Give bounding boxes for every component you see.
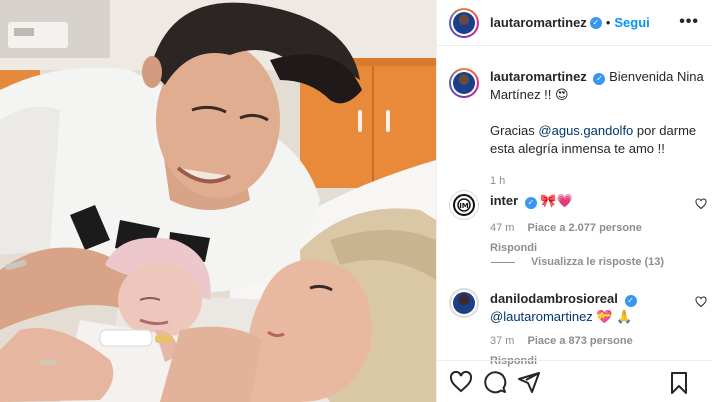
comment-text: 💝 🙏 xyxy=(592,309,633,324)
follow-button[interactable]: Segui xyxy=(614,15,649,30)
comment-likes[interactable]: Piace a 873 persone xyxy=(528,335,633,347)
danilo-avatar[interactable] xyxy=(449,288,479,318)
post-header: lautaromartinez ✓ • Segui ••• xyxy=(437,0,712,46)
bookmark-icon[interactable] xyxy=(667,371,691,395)
comment-body: inter ✓ 🎀💗 47 m Piace a 2.077 persone Ri… xyxy=(490,190,704,257)
post-image xyxy=(0,0,436,402)
comment-mention[interactable]: @lautaromartinez xyxy=(490,309,593,324)
like-comment-heart-icon[interactable] xyxy=(695,198,707,210)
comment-danilo: danilodambrosioreal ✓ @lautaromartinez 💝… xyxy=(449,288,712,370)
comment-text: 🎀💗 xyxy=(540,193,573,208)
heart-icon[interactable] xyxy=(449,370,473,394)
verified-badge-icon: ✓ xyxy=(593,73,606,85)
comment-time[interactable]: 37 m xyxy=(490,335,514,347)
inter-logo-icon: IM xyxy=(453,194,475,216)
view-replies-button[interactable]: Visualizza le risposte (13) xyxy=(491,256,664,268)
comment-time[interactable]: 47 m xyxy=(490,222,514,234)
svg-text:IM: IM xyxy=(459,202,469,210)
caption-author[interactable]: lautaromartinez xyxy=(490,69,587,84)
comment-likes[interactable]: Piace a 2.077 persone xyxy=(528,222,642,234)
reply-button[interactable]: Rispondi xyxy=(490,242,537,254)
author-username[interactable]: lautaromartinez xyxy=(490,15,587,30)
separator-dot: • xyxy=(605,15,611,30)
inter-avatar[interactable]: IM xyxy=(449,190,479,220)
verified-badge-icon: ✓ xyxy=(624,295,637,307)
replies-line xyxy=(491,261,515,263)
comment-author[interactable]: danilodambrosioreal xyxy=(490,291,618,306)
caption-mention[interactable]: @agus.gandolfo xyxy=(538,123,633,138)
caption-thanks-prefix: Gracias xyxy=(490,123,539,138)
comment-inter: IM inter ✓ 🎀💗 47 m Piace a 2.077 persone… xyxy=(449,190,712,257)
post-side-panel: lautaromartinez ✓ • Segui ••• lautaromar… xyxy=(436,0,712,402)
post-photo[interactable] xyxy=(0,0,436,402)
more-options-icon[interactable]: ••• xyxy=(679,14,699,30)
post-action-bar xyxy=(437,360,712,402)
caption-text: lautaromartinez ✓ Bienvenida Nina Martín… xyxy=(490,68,704,190)
verified-badge-icon: ✓ xyxy=(589,16,602,29)
like-comment-heart-icon[interactable] xyxy=(695,296,707,308)
verified-badge-icon: ✓ xyxy=(524,197,537,209)
comment-body: danilodambrosioreal ✓ @lautaromartinez 💝… xyxy=(490,288,704,370)
share-icon[interactable] xyxy=(517,370,541,394)
comment-icon[interactable] xyxy=(483,370,507,394)
comment-author[interactable]: inter xyxy=(490,193,518,208)
post-caption: lautaromartinez ✓ Bienvenida Nina Martín… xyxy=(449,68,705,190)
view-replies-label: Visualizza le risposte (13) xyxy=(531,256,665,268)
caption-time[interactable]: 1 h xyxy=(490,175,505,187)
author-avatar[interactable] xyxy=(449,7,479,38)
caption-avatar[interactable] xyxy=(449,68,479,98)
